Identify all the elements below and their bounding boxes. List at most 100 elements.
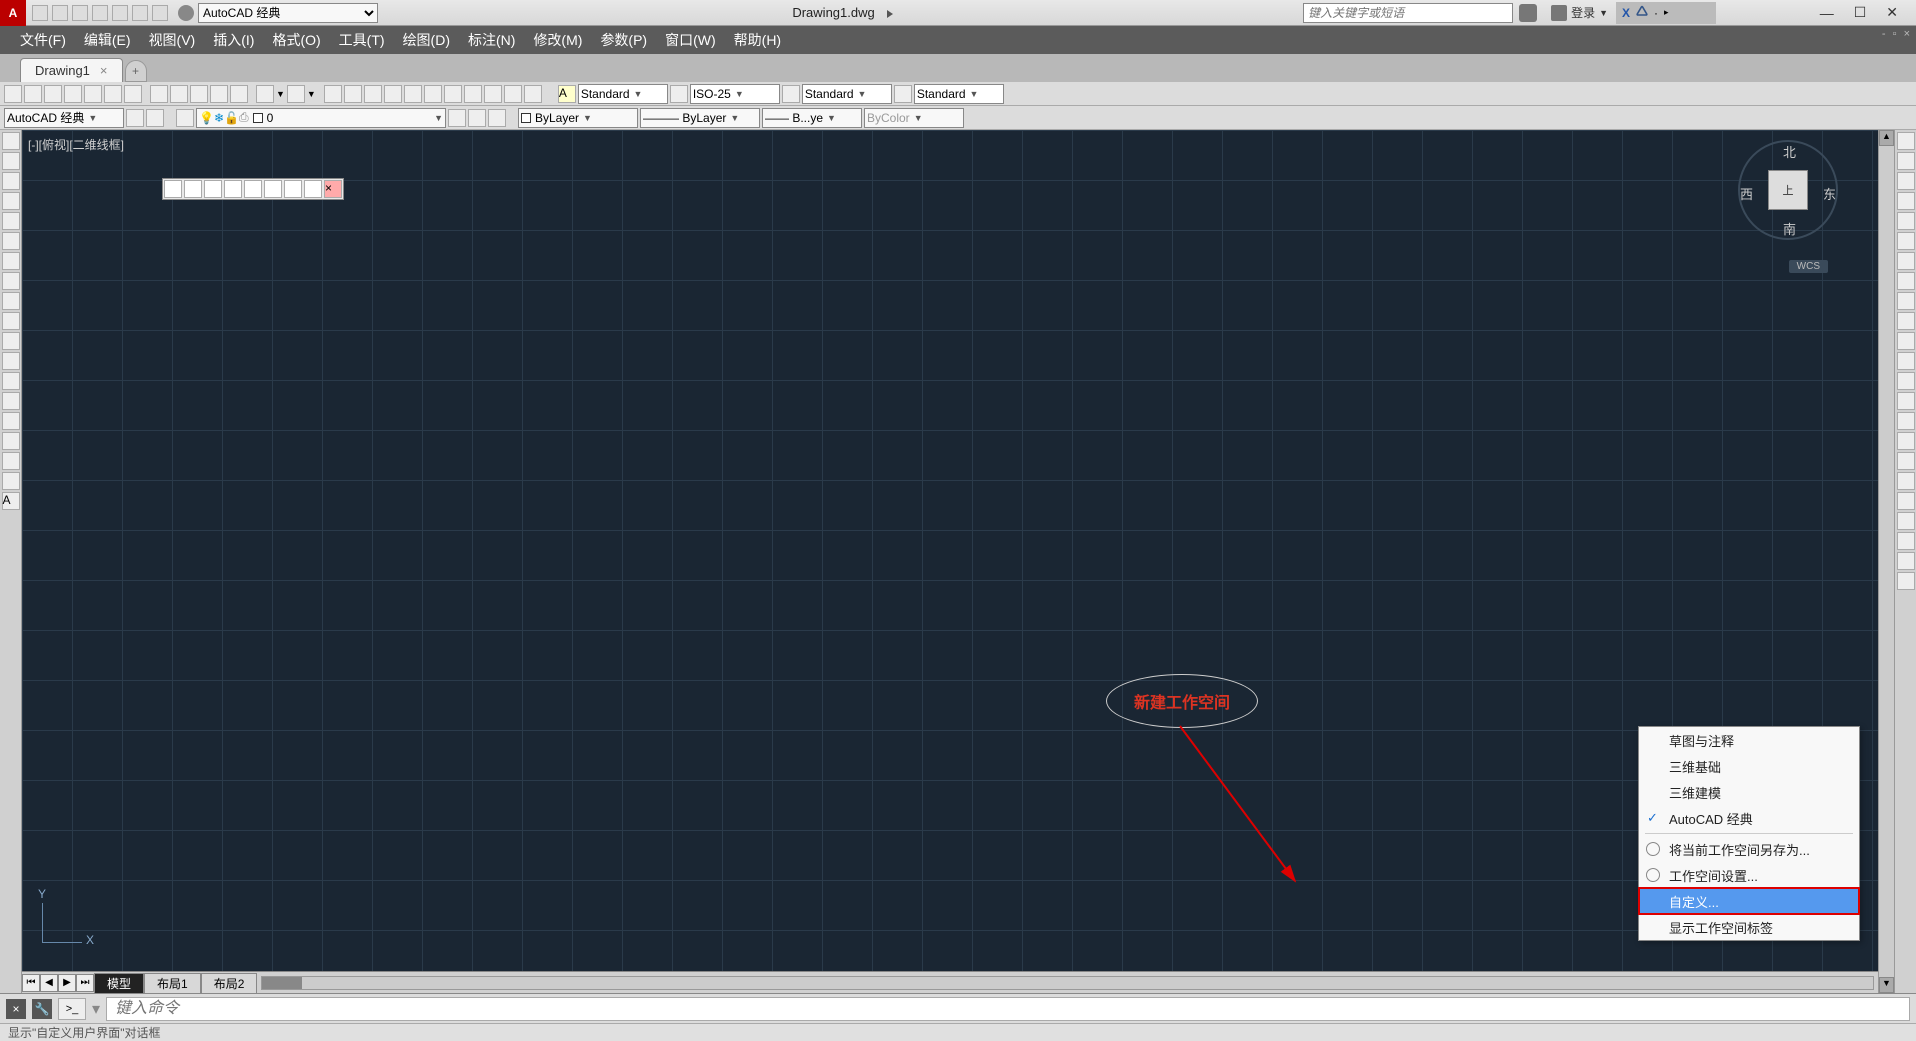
- tool-extend-icon[interactable]: [1897, 332, 1915, 350]
- cm-item-customize[interactable]: 自定义...: [1639, 888, 1859, 914]
- layout-nav-prev[interactable]: ◀: [40, 974, 58, 992]
- tool-rectangle-icon[interactable]: [2, 212, 20, 230]
- tool-spline-icon[interactable]: [2, 292, 20, 310]
- viewport-label[interactable]: [-][俯视][二维线框]: [28, 136, 124, 153]
- layout-nav-last[interactable]: ⏭: [76, 974, 94, 992]
- cm-item-saveas[interactable]: 将当前工作空间另存为...: [1639, 836, 1859, 862]
- tb-properties-icon[interactable]: [404, 85, 422, 103]
- qat-saveas-icon[interactable]: [92, 5, 108, 21]
- viewcube-east[interactable]: 东: [1823, 184, 1836, 203]
- linetype-combo[interactable]: ——— ByLayer▼: [640, 108, 760, 128]
- tb-ws-gear-icon[interactable]: [126, 109, 144, 127]
- tool-explode-icon[interactable]: [1897, 432, 1915, 450]
- exchange-icon[interactable]: X: [1622, 6, 1630, 20]
- menu-dimension[interactable]: 标注(N): [468, 30, 515, 50]
- tool-hatch-icon[interactable]: [2, 412, 20, 430]
- ft-icon-5[interactable]: [244, 180, 262, 198]
- tool-region-icon[interactable]: [2, 452, 20, 470]
- viewcube-north[interactable]: 北: [1783, 142, 1796, 161]
- tool-offset-icon[interactable]: [1897, 192, 1915, 210]
- tool-block-icon[interactable]: [2, 372, 20, 390]
- drawing-canvas[interactable]: [-][俯视][二维线框] × 北 南 东 西 上 WCS: [22, 130, 1878, 971]
- tb-layermgr-icon[interactable]: [176, 109, 194, 127]
- tb-zoom-icon[interactable]: [344, 85, 362, 103]
- new-doc-tab[interactable]: +: [125, 60, 147, 82]
- tool-copy-icon[interactable]: [1897, 152, 1915, 170]
- cm-item-3dmodeling[interactable]: 三维建模: [1639, 779, 1859, 805]
- tool-extra1-icon[interactable]: [1897, 452, 1915, 470]
- layer-combo[interactable]: 💡❄🔓⎙ 0▼: [196, 108, 446, 128]
- tb-mleaderstyle-icon[interactable]: [894, 85, 912, 103]
- workspace-dropdown[interactable]: AutoCAD 经典: [198, 3, 378, 23]
- tool-array-icon[interactable]: [1897, 212, 1915, 230]
- tb-sheetset-icon[interactable]: [464, 85, 482, 103]
- ft-icon-8[interactable]: [304, 180, 322, 198]
- infocenter-icon[interactable]: [1519, 4, 1537, 22]
- app-logo[interactable]: A: [0, 0, 26, 26]
- tool-extra4-icon[interactable]: [1897, 512, 1915, 530]
- tool-fillet-icon[interactable]: [1897, 412, 1915, 430]
- lineweight-combo[interactable]: —— B...ye▼: [762, 108, 862, 128]
- menu-modify[interactable]: 修改(M): [533, 30, 582, 50]
- ft-close-icon[interactable]: ×: [324, 180, 342, 198]
- tb-publish-icon[interactable]: [104, 85, 122, 103]
- tb-markup-icon[interactable]: [484, 85, 502, 103]
- qat-save-icon[interactable]: [72, 5, 88, 21]
- tb-save-icon[interactable]: [44, 85, 62, 103]
- workspace-selector[interactable]: AutoCAD 经典: [174, 3, 382, 23]
- viewcube-top-face[interactable]: 上: [1768, 170, 1808, 210]
- tab-model[interactable]: 模型: [94, 973, 144, 993]
- tool-pline-icon[interactable]: [2, 172, 20, 190]
- menu-help[interactable]: 帮助(H): [734, 30, 781, 50]
- tool-insert-icon[interactable]: [2, 352, 20, 370]
- menu-format[interactable]: 格式(O): [272, 30, 320, 50]
- a360-icon[interactable]: 🛆: [1636, 2, 1648, 23]
- tool-revcloud-icon[interactable]: [2, 272, 20, 290]
- qat-print-icon[interactable]: [112, 5, 128, 21]
- color-combo[interactable]: ByLayer▼: [518, 108, 638, 128]
- tb-copy-icon[interactable]: [170, 85, 188, 103]
- tool-trim-icon[interactable]: [1897, 312, 1915, 330]
- table-style-combo[interactable]: Standard▼: [802, 84, 892, 104]
- cmdline-prompt-icon[interactable]: >_: [58, 998, 86, 1020]
- tool-xline-icon[interactable]: [2, 152, 20, 170]
- vertical-scrollbar[interactable]: ▲ ▼: [1878, 130, 1894, 993]
- tb-undo-icon[interactable]: [256, 85, 274, 103]
- tool-ellipsearc-icon[interactable]: [2, 332, 20, 350]
- tool-line-icon[interactable]: [2, 132, 20, 150]
- tool-scale-icon[interactable]: [1897, 272, 1915, 290]
- scroll-down-icon[interactable]: ▼: [1879, 977, 1894, 993]
- maximize-button[interactable]: ☐: [1854, 4, 1867, 21]
- tb-cut-icon[interactable]: [150, 85, 168, 103]
- tool-mtext-icon[interactable]: A: [2, 492, 20, 510]
- qat-open-icon[interactable]: [52, 5, 68, 21]
- layout-nav-next[interactable]: ▶: [58, 974, 76, 992]
- tb-ws-save-icon[interactable]: [146, 109, 164, 127]
- tool-break-icon[interactable]: [1897, 352, 1915, 370]
- tool-stretch-icon[interactable]: [1897, 292, 1915, 310]
- tb-quickcalc-icon[interactable]: [504, 85, 522, 103]
- menu-insert[interactable]: 插入(I): [213, 30, 254, 50]
- tool-circle-icon[interactable]: [2, 252, 20, 270]
- tb-layerstate-icon[interactable]: [488, 109, 506, 127]
- tool-move-icon[interactable]: [1897, 232, 1915, 250]
- minimize-button[interactable]: —: [1820, 5, 1834, 21]
- qat-undo-icon[interactable]: [132, 5, 148, 21]
- cm-item-3dbasics[interactable]: 三维基础: [1639, 753, 1859, 779]
- command-input[interactable]: [106, 997, 1910, 1021]
- tool-join-icon[interactable]: [1897, 372, 1915, 390]
- tab-layout1[interactable]: 布局1: [144, 973, 201, 993]
- cm-item-drafting[interactable]: 草图与注释: [1639, 727, 1859, 753]
- text-style-combo[interactable]: Standard▼: [578, 84, 668, 104]
- tb-print-icon[interactable]: [64, 85, 82, 103]
- menu-window[interactable]: 窗口(W): [665, 30, 716, 50]
- cm-item-settings[interactable]: 工作空间设置...: [1639, 862, 1859, 888]
- tb-new-icon[interactable]: [4, 85, 22, 103]
- menu-tools[interactable]: 工具(T): [339, 30, 385, 50]
- tool-ellipse-icon[interactable]: [2, 312, 20, 330]
- menu-file[interactable]: 文件(F): [20, 30, 66, 50]
- ft-icon-6[interactable]: [264, 180, 282, 198]
- workspace-combo-tb[interactable]: AutoCAD 经典▼: [4, 108, 124, 128]
- tool-mirror-icon[interactable]: [1897, 172, 1915, 190]
- qat-redo-icon[interactable]: [152, 5, 168, 21]
